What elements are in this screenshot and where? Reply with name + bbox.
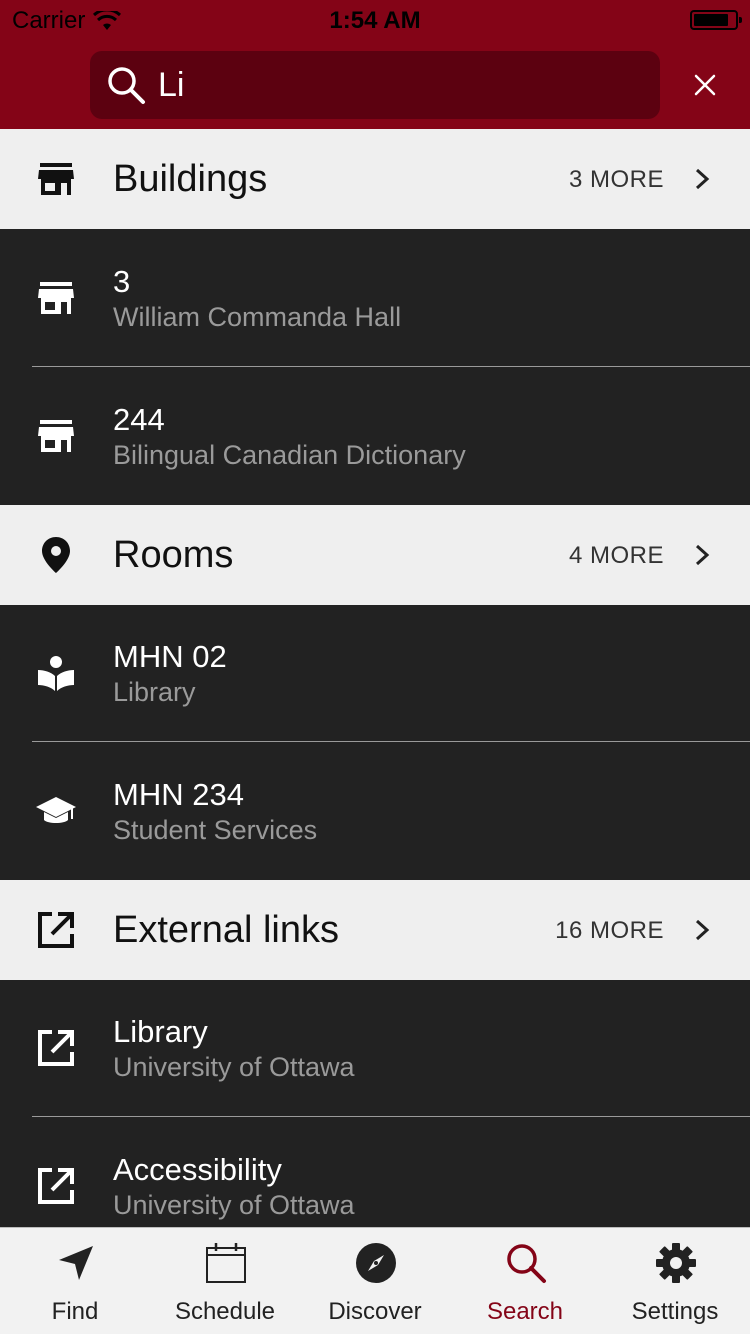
location-arrow-icon (59, 1246, 93, 1280)
tab-find[interactable]: Find (0, 1228, 150, 1334)
tab-schedule[interactable]: Schedule (150, 1228, 300, 1334)
top-bar: Carrier 1:54 AM (0, 0, 750, 129)
item-subtitle: University of Ottawa (113, 1190, 355, 1220)
search-field[interactable] (90, 51, 660, 119)
item-title: 3 (113, 264, 131, 299)
calendar-icon (206, 1243, 246, 1283)
status-time: 1:54 AM (329, 7, 421, 34)
status-bar: Carrier 1:54 AM (0, 0, 750, 40)
tab-search[interactable]: Search (450, 1228, 600, 1334)
tab-label: Schedule (174, 1298, 276, 1325)
battery-icon (690, 10, 742, 30)
item-title: 244 (113, 402, 165, 437)
tab-label: Settings (631, 1298, 719, 1325)
tab-label: Search (486, 1298, 564, 1325)
item-subtitle: Student Services (113, 815, 318, 845)
more-link[interactable]: 3 MORE (569, 166, 664, 194)
tab-label: Find (51, 1298, 99, 1325)
map-pin-icon (36, 535, 76, 575)
item-subtitle: Bilingual Canadian Dictionary (113, 440, 466, 470)
item-subtitle: University of Ottawa (113, 1052, 355, 1082)
item-title: MHN 02 (113, 639, 227, 674)
external-link-icon (36, 1028, 76, 1068)
tab-settings[interactable]: Settings (600, 1228, 750, 1334)
graduation-cap-icon (36, 791, 76, 831)
list-item[interactable]: 3 William Commanda Hall (0, 230, 750, 367)
store-icon (36, 159, 76, 199)
store-icon (36, 278, 76, 318)
search-icon (108, 67, 145, 104)
search-icon (507, 1244, 546, 1283)
external-link-icon (36, 1166, 76, 1206)
reader-icon (36, 653, 76, 693)
gear-icon (656, 1243, 696, 1283)
external-link-icon (36, 910, 76, 950)
section-header-external-links[interactable]: External links 16 MORE (0, 880, 750, 980)
section-header-rooms[interactable]: Rooms 4 MORE (0, 505, 750, 605)
tab-discover[interactable]: Discover (300, 1228, 450, 1334)
item-title: Library (113, 1014, 208, 1049)
chevron-right-icon (692, 543, 712, 567)
list-item[interactable]: MHN 234 Student Services (0, 743, 750, 880)
chevron-right-icon (692, 167, 712, 191)
section-title: Rooms (113, 534, 234, 576)
item-subtitle: Library (113, 677, 196, 707)
section-header-buildings[interactable]: Buildings 3 MORE (0, 129, 750, 229)
list-item[interactable]: 244 Bilingual Canadian Dictionary (0, 368, 750, 505)
list-item[interactable]: MHN 02 Library (0, 605, 750, 742)
chevron-right-icon (692, 918, 712, 942)
tab-label: Discover (328, 1298, 422, 1325)
item-title: Accessibility (113, 1152, 282, 1187)
compass-icon (356, 1243, 396, 1283)
tab-bar: Find Schedule Discover Search Settings (0, 1227, 750, 1334)
more-link[interactable]: 16 MORE (555, 917, 664, 945)
item-title: MHN 234 (113, 777, 244, 812)
section-title: External links (113, 909, 339, 951)
section-title: Buildings (113, 158, 268, 200)
item-subtitle: William Commanda Hall (113, 302, 402, 332)
list-item[interactable]: Library University of Ottawa (0, 980, 750, 1117)
store-icon (36, 416, 76, 456)
more-link[interactable]: 4 MORE (569, 542, 664, 570)
search-input[interactable] (158, 63, 638, 107)
close-icon[interactable] (688, 68, 722, 102)
